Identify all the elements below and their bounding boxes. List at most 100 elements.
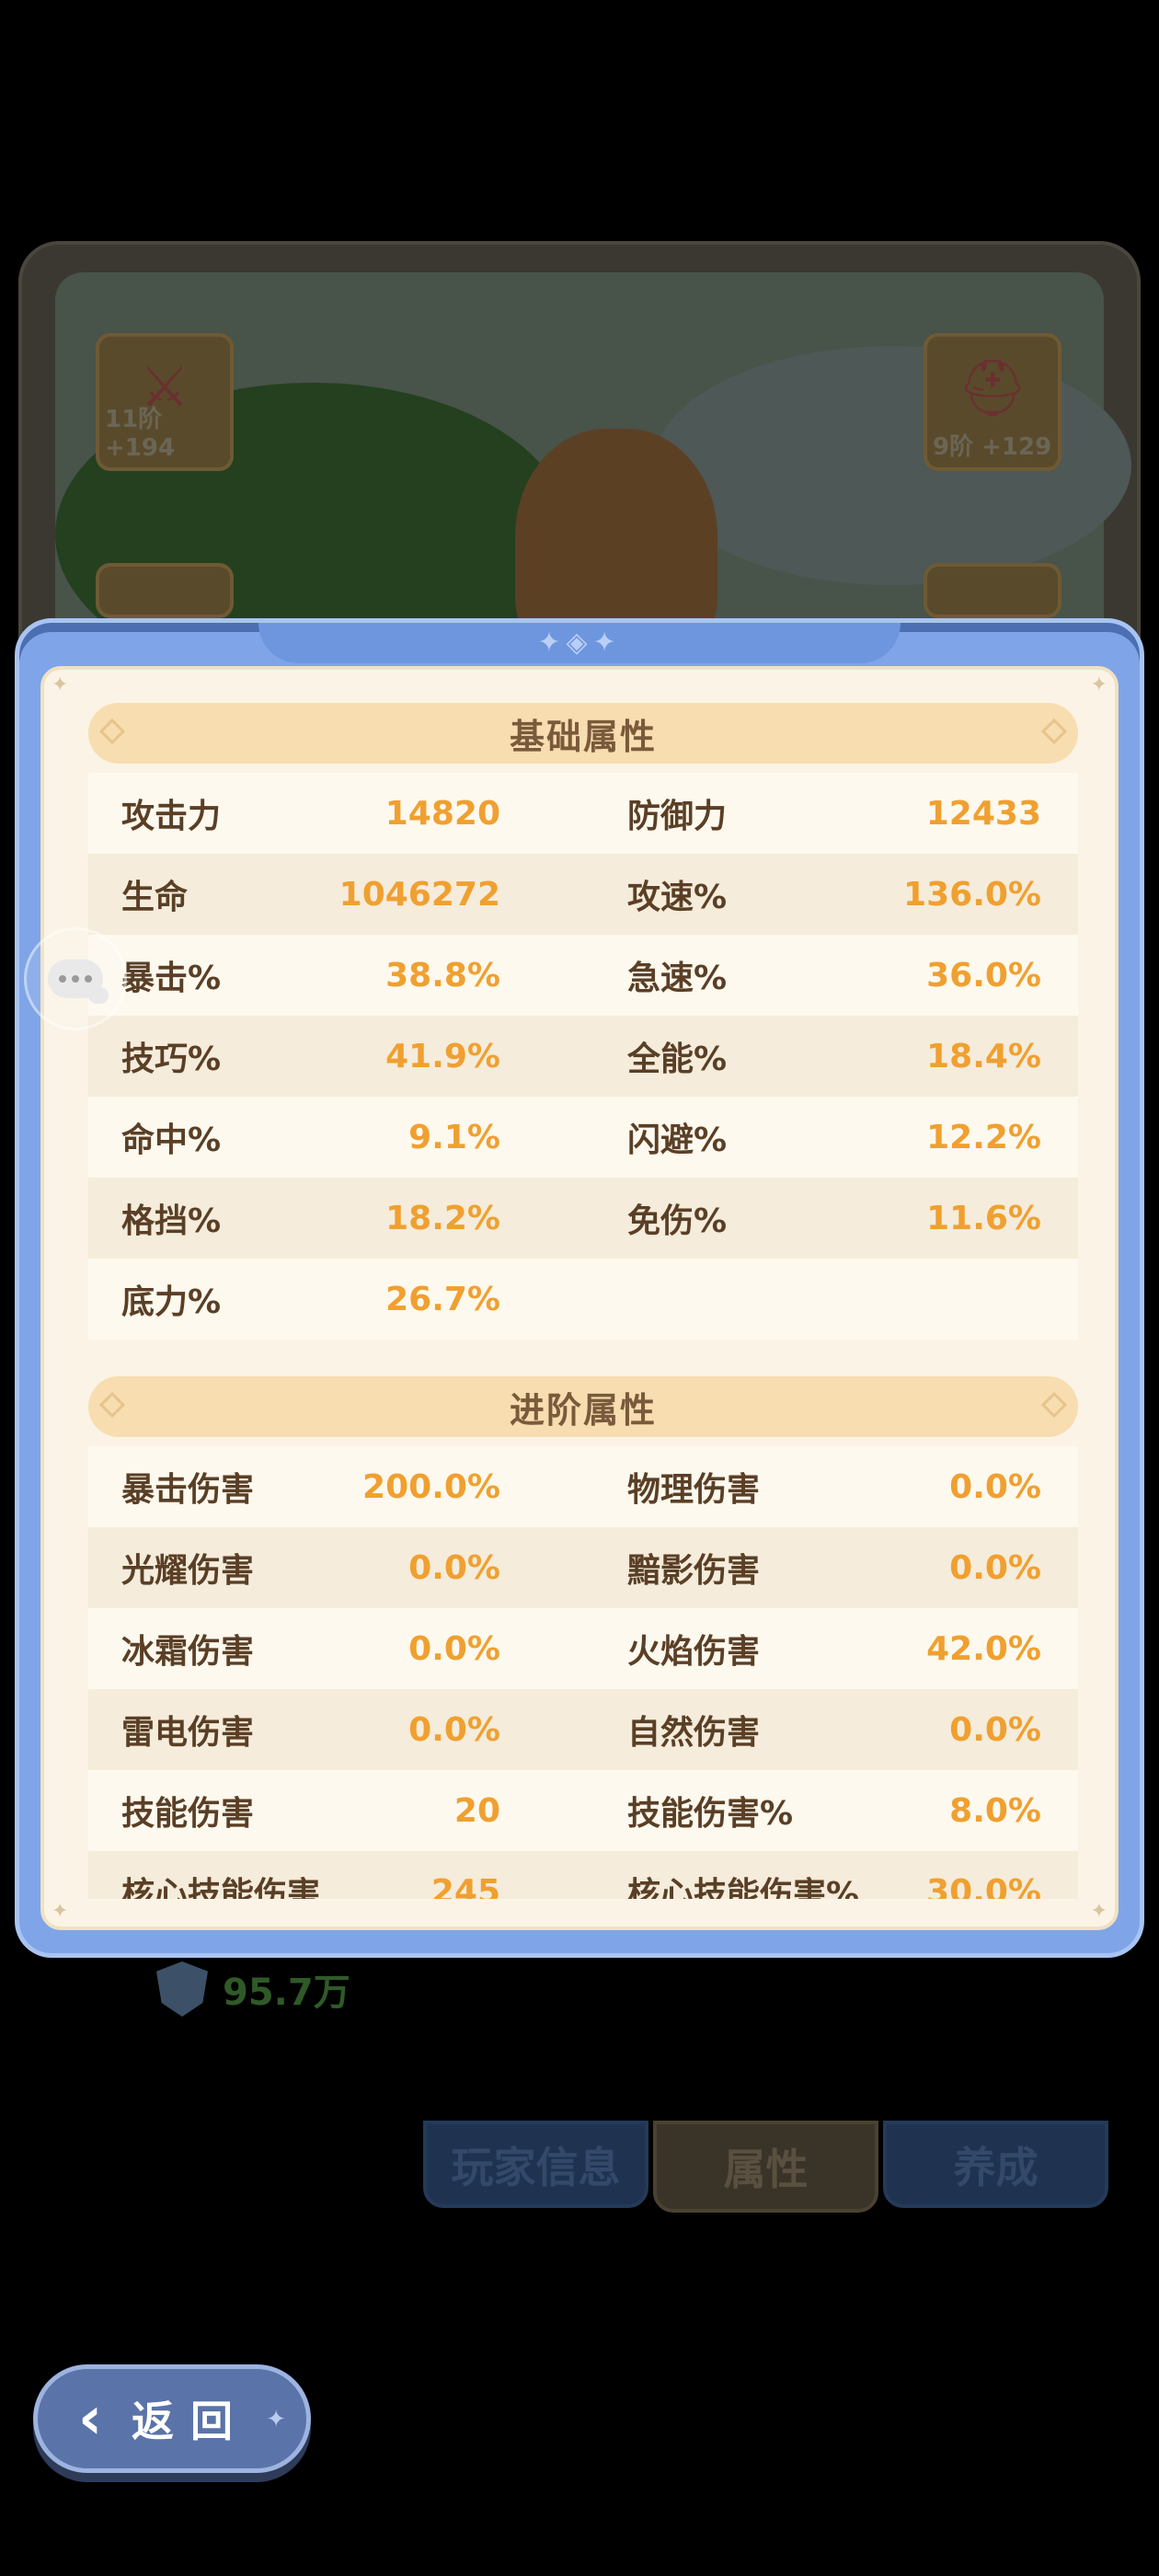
attribute-label: 急速% xyxy=(627,960,728,997)
attribute-label: 闪避% xyxy=(627,1121,728,1159)
attribute-cell: 防御力 12433 xyxy=(583,773,1078,854)
attribute-label: 核心技能伤害 xyxy=(121,1876,321,1899)
attribute-label: 技巧% xyxy=(121,1041,222,1078)
attribute-value: 36.0% xyxy=(926,956,1041,995)
attribute-row: 技能伤害 20 技能伤害% 8.0% xyxy=(88,1770,1078,1851)
attribute-value: 0.0% xyxy=(949,1467,1041,1506)
attribute-cell: 暴击伤害 200.0% xyxy=(88,1446,583,1527)
attribute-label: 攻击力 xyxy=(121,798,222,835)
attribute-value: 11.6% xyxy=(926,1199,1041,1237)
attribute-value: 0.0% xyxy=(408,1629,500,1668)
corner-ornament-icon: ✦ xyxy=(1090,1900,1107,1923)
equipment-slot[interactable] xyxy=(924,563,1061,618)
attribute-value: 136.0% xyxy=(903,875,1041,914)
attribute-cell: 攻速% 136.0% xyxy=(583,854,1078,935)
attribute-label: 自然伤害 xyxy=(627,1714,761,1752)
diamond-icon xyxy=(98,1391,126,1419)
attribute-value: 1046272 xyxy=(339,875,500,914)
attribute-value: 0.0% xyxy=(949,1548,1041,1587)
attribute-row: 雷电伤害 0.0% 自然伤害 0.0% xyxy=(88,1689,1078,1770)
attribute-value: 12.2% xyxy=(926,1118,1041,1156)
attribute-cell: 火焰伤害 42.0% xyxy=(583,1608,1078,1689)
attribute-cell: 急速% 36.0% xyxy=(583,935,1078,1016)
attribute-value: 18.4% xyxy=(926,1037,1041,1075)
sparkle-icon: ✦ xyxy=(266,2406,286,2433)
attribute-label: 光耀伤害 xyxy=(121,1552,255,1590)
attribute-label: 暴击伤害 xyxy=(121,1471,255,1509)
attribute-row: 暴击% 38.8% 急速% 36.0% xyxy=(88,935,1078,1016)
corner-ornament-icon: ✦ xyxy=(52,673,69,696)
attribute-value: 42.0% xyxy=(926,1629,1041,1668)
attribute-label: 底力% xyxy=(121,1283,222,1321)
attribute-cell: 物理伤害 0.0% xyxy=(583,1446,1078,1527)
attribute-label: 技能伤害% xyxy=(627,1795,794,1833)
attribute-value: 41.9% xyxy=(385,1037,500,1075)
helmet-icon: ⛑ xyxy=(957,356,1028,420)
attribute-cell: 技巧% 41.9% xyxy=(88,1016,583,1097)
diamond-icon xyxy=(1040,718,1068,745)
attribute-label: 免伤% xyxy=(627,1202,728,1240)
attribute-value: 200.0% xyxy=(362,1467,500,1506)
attribute-cell: 冰霜伤害 0.0% xyxy=(88,1608,583,1689)
corner-ornament-icon: ✦ xyxy=(52,1900,69,1923)
shield-icon xyxy=(156,1961,208,2017)
back-button-label: 返回 xyxy=(132,2397,249,2446)
attribute-value: 9.1% xyxy=(408,1118,500,1156)
section-header-advanced: 进阶属性 xyxy=(88,1376,1078,1437)
attribute-cell: 生命 1046272 xyxy=(88,854,583,935)
attribute-cell: 免伤% 11.6% xyxy=(583,1178,1078,1259)
attribute-cell: 闪避% 12.2% xyxy=(583,1097,1078,1178)
equipment-slot-weapon[interactable]: ⚔ 11阶 +194 xyxy=(96,333,234,471)
attribute-label: 黯影伤害 xyxy=(627,1552,761,1590)
attribute-value: 26.7% xyxy=(385,1280,500,1318)
attribute-row: 底力% 26.7% xyxy=(88,1259,1078,1340)
attribute-row: 生命 1046272 攻速% 136.0% xyxy=(88,854,1078,935)
equipment-slot-helmet[interactable]: ⛑ 9阶 +129 xyxy=(924,333,1061,471)
attribute-label: 暴击% xyxy=(121,960,222,997)
attribute-label: 核心技能伤害% xyxy=(627,1876,860,1899)
attribute-label: 防御力 xyxy=(627,798,728,835)
attribute-value: 30.0% xyxy=(926,1872,1041,1900)
attribute-panel: ✦ ✦ ✦ ✦ 基础属性 攻击力 14820 防御力 12433 生命 1046272 攻速… xyxy=(40,666,1119,1930)
equipment-level: 9阶 +129 xyxy=(933,433,1052,461)
attribute-label: 命中% xyxy=(121,1121,222,1159)
chevron-left-icon: ‹ xyxy=(77,2385,103,2453)
attribute-row: 技巧% 41.9% 全能% 18.4% xyxy=(88,1016,1078,1097)
attribute-value: 0.0% xyxy=(408,1548,500,1587)
section-header-basic: 基础属性 xyxy=(88,703,1078,764)
tab-attributes[interactable]: 属性 xyxy=(653,2121,878,2213)
basic-attribute-list: 攻击力 14820 防御力 12433 生命 1046272 攻速% 136.0% 暴击% 38.… xyxy=(88,773,1078,1340)
attribute-value: 245 xyxy=(430,1872,500,1900)
attribute-cell: 攻击力 14820 xyxy=(88,773,583,854)
tab-player-info[interactable]: 玩家信息 xyxy=(423,2121,648,2208)
attribute-value: 20 xyxy=(453,1791,500,1830)
attribute-value: 8.0% xyxy=(949,1791,1041,1830)
attribute-value: 0.0% xyxy=(949,1710,1041,1749)
equipment-slot[interactable] xyxy=(96,563,234,618)
attribute-row: 暴击伤害 200.0% 物理伤害 0.0% xyxy=(88,1446,1078,1527)
diamond-icon xyxy=(98,718,126,745)
attribute-label: 雷电伤害 xyxy=(121,1714,255,1752)
attribute-cell: 雷电伤害 0.0% xyxy=(88,1689,583,1770)
attribute-scroll-area[interactable]: 基础属性 攻击力 14820 防御力 12433 生命 1046272 攻速% 136.0% 暴… xyxy=(88,703,1078,1899)
attribute-label: 火焰伤害 xyxy=(627,1633,761,1671)
attribute-value: 12433 xyxy=(925,794,1041,833)
equipment-level: 11阶 +194 xyxy=(105,406,176,462)
tab-bar: 玩家信息 属性 养成 xyxy=(423,2121,1108,2213)
attribute-cell xyxy=(583,1259,1078,1340)
back-button[interactable]: ‹ 返回 ✦ xyxy=(33,2364,311,2473)
attribute-value: 14820 xyxy=(384,794,500,833)
attribute-cell: 核心技能伤害 245 xyxy=(88,1851,583,1900)
attribute-cell: 黯影伤害 0.0% xyxy=(583,1527,1078,1608)
tab-growth[interactable]: 养成 xyxy=(883,2121,1108,2208)
chat-button[interactable] xyxy=(24,927,127,1030)
attribute-label: 攻速% xyxy=(627,879,728,916)
attribute-label: 全能% xyxy=(627,1041,728,1078)
diamond-icon xyxy=(1040,1391,1068,1419)
attribute-cell: 格挡% 18.2% xyxy=(88,1178,583,1259)
section-title: 基础属性 xyxy=(509,716,657,757)
attribute-label: 物理伤害 xyxy=(627,1471,761,1509)
attribute-cell: 技能伤害% 8.0% xyxy=(583,1770,1078,1851)
attribute-label: 格挡% xyxy=(121,1202,222,1240)
attribute-label: 技能伤害 xyxy=(121,1795,255,1833)
